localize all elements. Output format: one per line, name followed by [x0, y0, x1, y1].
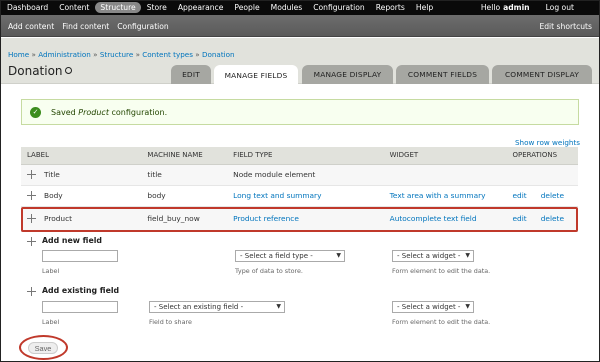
- existing-field-hint: Field to share: [149, 318, 192, 326]
- status-message: ✓ Saved Product configuration.: [21, 99, 579, 125]
- existing-field-label-hint: Label: [42, 318, 60, 326]
- user-area: Hello admin Log out: [481, 0, 574, 15]
- add-existing-field-title: Add existing field: [42, 286, 120, 295]
- toolbar-item-people[interactable]: People: [229, 2, 264, 13]
- shortcut-find-content[interactable]: Find content: [62, 22, 109, 31]
- machine-name: body: [141, 185, 228, 207]
- field-label: Product: [44, 213, 73, 223]
- column-header-field-type: FIELD TYPE: [227, 147, 384, 165]
- delete-link[interactable]: delete: [541, 191, 564, 200]
- edit-shortcuts-link[interactable]: Edit shortcuts: [539, 15, 592, 37]
- username[interactable]: admin: [503, 3, 529, 12]
- tab-comment-fields[interactable]: COMMENT FIELDS: [396, 65, 489, 84]
- breadcrumb-donation[interactable]: Donation: [202, 50, 235, 59]
- column-header-machine-name: MACHINE NAME: [141, 147, 228, 165]
- breadcrumb-home[interactable]: Home: [8, 50, 29, 59]
- dropdown-arrow-icon: ▼: [276, 303, 281, 310]
- fields-table: LABEL MACHINE NAME FIELD TYPE WIDGET OPE…: [21, 147, 578, 232]
- tab-edit[interactable]: EDIT: [171, 65, 211, 84]
- status-message-emphasis: Product: [78, 107, 109, 117]
- widget-link[interactable]: Autocomplete text field: [390, 214, 477, 223]
- dropdown-arrow-icon: ▼: [465, 303, 470, 310]
- existing-field-label-input[interactable]: [42, 301, 118, 313]
- hello-text: Hello: [480, 3, 501, 12]
- column-header-operations: OPERATIONS: [506, 147, 578, 165]
- status-message-text: Saved Product configuration.: [51, 107, 168, 117]
- field-label: Title: [44, 169, 60, 179]
- admin-toolbar: Dashboard Content Structure Store Appear…: [0, 0, 600, 15]
- toolbar-menu: Dashboard Content Structure Store Appear…: [2, 0, 439, 15]
- table-row: Body body Long text and summary Text are…: [21, 185, 578, 207]
- toolbar-item-content[interactable]: Content: [54, 2, 94, 13]
- shortcut-add-content[interactable]: Add content: [8, 22, 54, 31]
- breadcrumb-separator: »: [93, 50, 98, 59]
- shortcut-links: Add content Find content Configuration: [8, 15, 177, 37]
- breadcrumb-separator: »: [31, 50, 36, 59]
- tab-comment-display[interactable]: COMMENT DISPLAY: [492, 65, 592, 84]
- shortcut-toggle-icon[interactable]: [65, 67, 72, 74]
- toolbar-item-configuration[interactable]: Configuration: [308, 2, 370, 13]
- toolbar-item-structure[interactable]: Structure: [95, 2, 141, 13]
- machine-name: title: [141, 164, 228, 186]
- field-type-select[interactable]: - Select a field type - ▼: [235, 250, 345, 262]
- drag-handle-icon[interactable]: [27, 237, 36, 246]
- field-type-hint: Type of data to store.: [235, 267, 303, 275]
- drag-handle-icon[interactable]: [27, 214, 36, 224]
- breadcrumb-separator: »: [135, 50, 140, 59]
- logout-link[interactable]: Log out: [546, 3, 574, 12]
- new-field-label-input[interactable]: [42, 250, 118, 262]
- machine-name: field_buy_now: [141, 206, 228, 232]
- breadcrumb-structure[interactable]: Structure: [100, 50, 133, 59]
- existing-field-select[interactable]: - Select an existing field - ▼: [149, 301, 285, 313]
- delete-link[interactable]: delete: [541, 214, 564, 223]
- breadcrumb-separator: »: [195, 50, 200, 59]
- page-title: Donation: [8, 64, 63, 78]
- tab-manage-display[interactable]: MANAGE DISPLAY: [302, 65, 393, 84]
- widget: [383, 164, 507, 186]
- dropdown-arrow-icon: ▼: [465, 252, 470, 259]
- show-row-weights-link[interactable]: Show row weights: [515, 138, 580, 147]
- toolbar-item-reports[interactable]: Reports: [371, 2, 410, 13]
- shortcuts-bar: Add content Find content Configuration E…: [0, 15, 600, 37]
- breadcrumb-content-types[interactable]: Content types: [142, 50, 193, 59]
- drag-handle-icon[interactable]: [27, 287, 36, 296]
- toolbar-item-modules[interactable]: Modules: [266, 2, 308, 13]
- field-type-link[interactable]: Long text and summary: [233, 191, 321, 200]
- column-header-label: LABEL: [21, 147, 142, 165]
- edit-link[interactable]: edit: [513, 191, 527, 200]
- drag-handle-icon[interactable]: [27, 170, 36, 180]
- new-field-label-hint: Label: [42, 267, 60, 275]
- widget-link[interactable]: Text area with a summary: [390, 191, 486, 200]
- existing-widget-hint: Form element to edit the data.: [392, 318, 491, 326]
- breadcrumb: Home » Administration » Structure » Cont…: [8, 50, 235, 59]
- new-widget-hint: Form element to edit the data.: [392, 267, 491, 275]
- toolbar-item-dashboard[interactable]: Dashboard: [2, 2, 53, 13]
- add-new-field-title: Add new field: [42, 236, 102, 245]
- toolbar-item-appearance[interactable]: Appearance: [173, 2, 229, 13]
- shortcut-configuration[interactable]: Configuration: [117, 22, 169, 31]
- field-type: Node module element: [227, 164, 384, 186]
- field-label: Body: [44, 190, 63, 200]
- table-row: Title title Node module element: [21, 164, 578, 186]
- toolbar-item-help[interactable]: Help: [411, 2, 438, 13]
- field-type-link[interactable]: Product reference: [233, 214, 299, 223]
- toolbar-item-store[interactable]: Store: [142, 2, 172, 13]
- table-row: Product field_buy_now Product reference …: [21, 206, 578, 232]
- new-widget-select[interactable]: - Select a widget - ▼: [392, 250, 474, 262]
- check-icon: ✓: [30, 106, 41, 118]
- breadcrumb-administration[interactable]: Administration: [38, 50, 91, 59]
- tab-manage-fields[interactable]: MANAGE FIELDS: [214, 65, 298, 85]
- drag-handle-icon[interactable]: [27, 191, 36, 201]
- existing-widget-select[interactable]: - Select a widget - ▼: [392, 301, 474, 313]
- table-header-row: LABEL MACHINE NAME FIELD TYPE WIDGET OPE…: [21, 147, 578, 165]
- column-header-widget: WIDGET: [383, 147, 507, 165]
- dropdown-arrow-icon: ▼: [336, 252, 341, 259]
- save-button[interactable]: Save: [28, 342, 58, 354]
- edit-link[interactable]: edit: [513, 214, 527, 223]
